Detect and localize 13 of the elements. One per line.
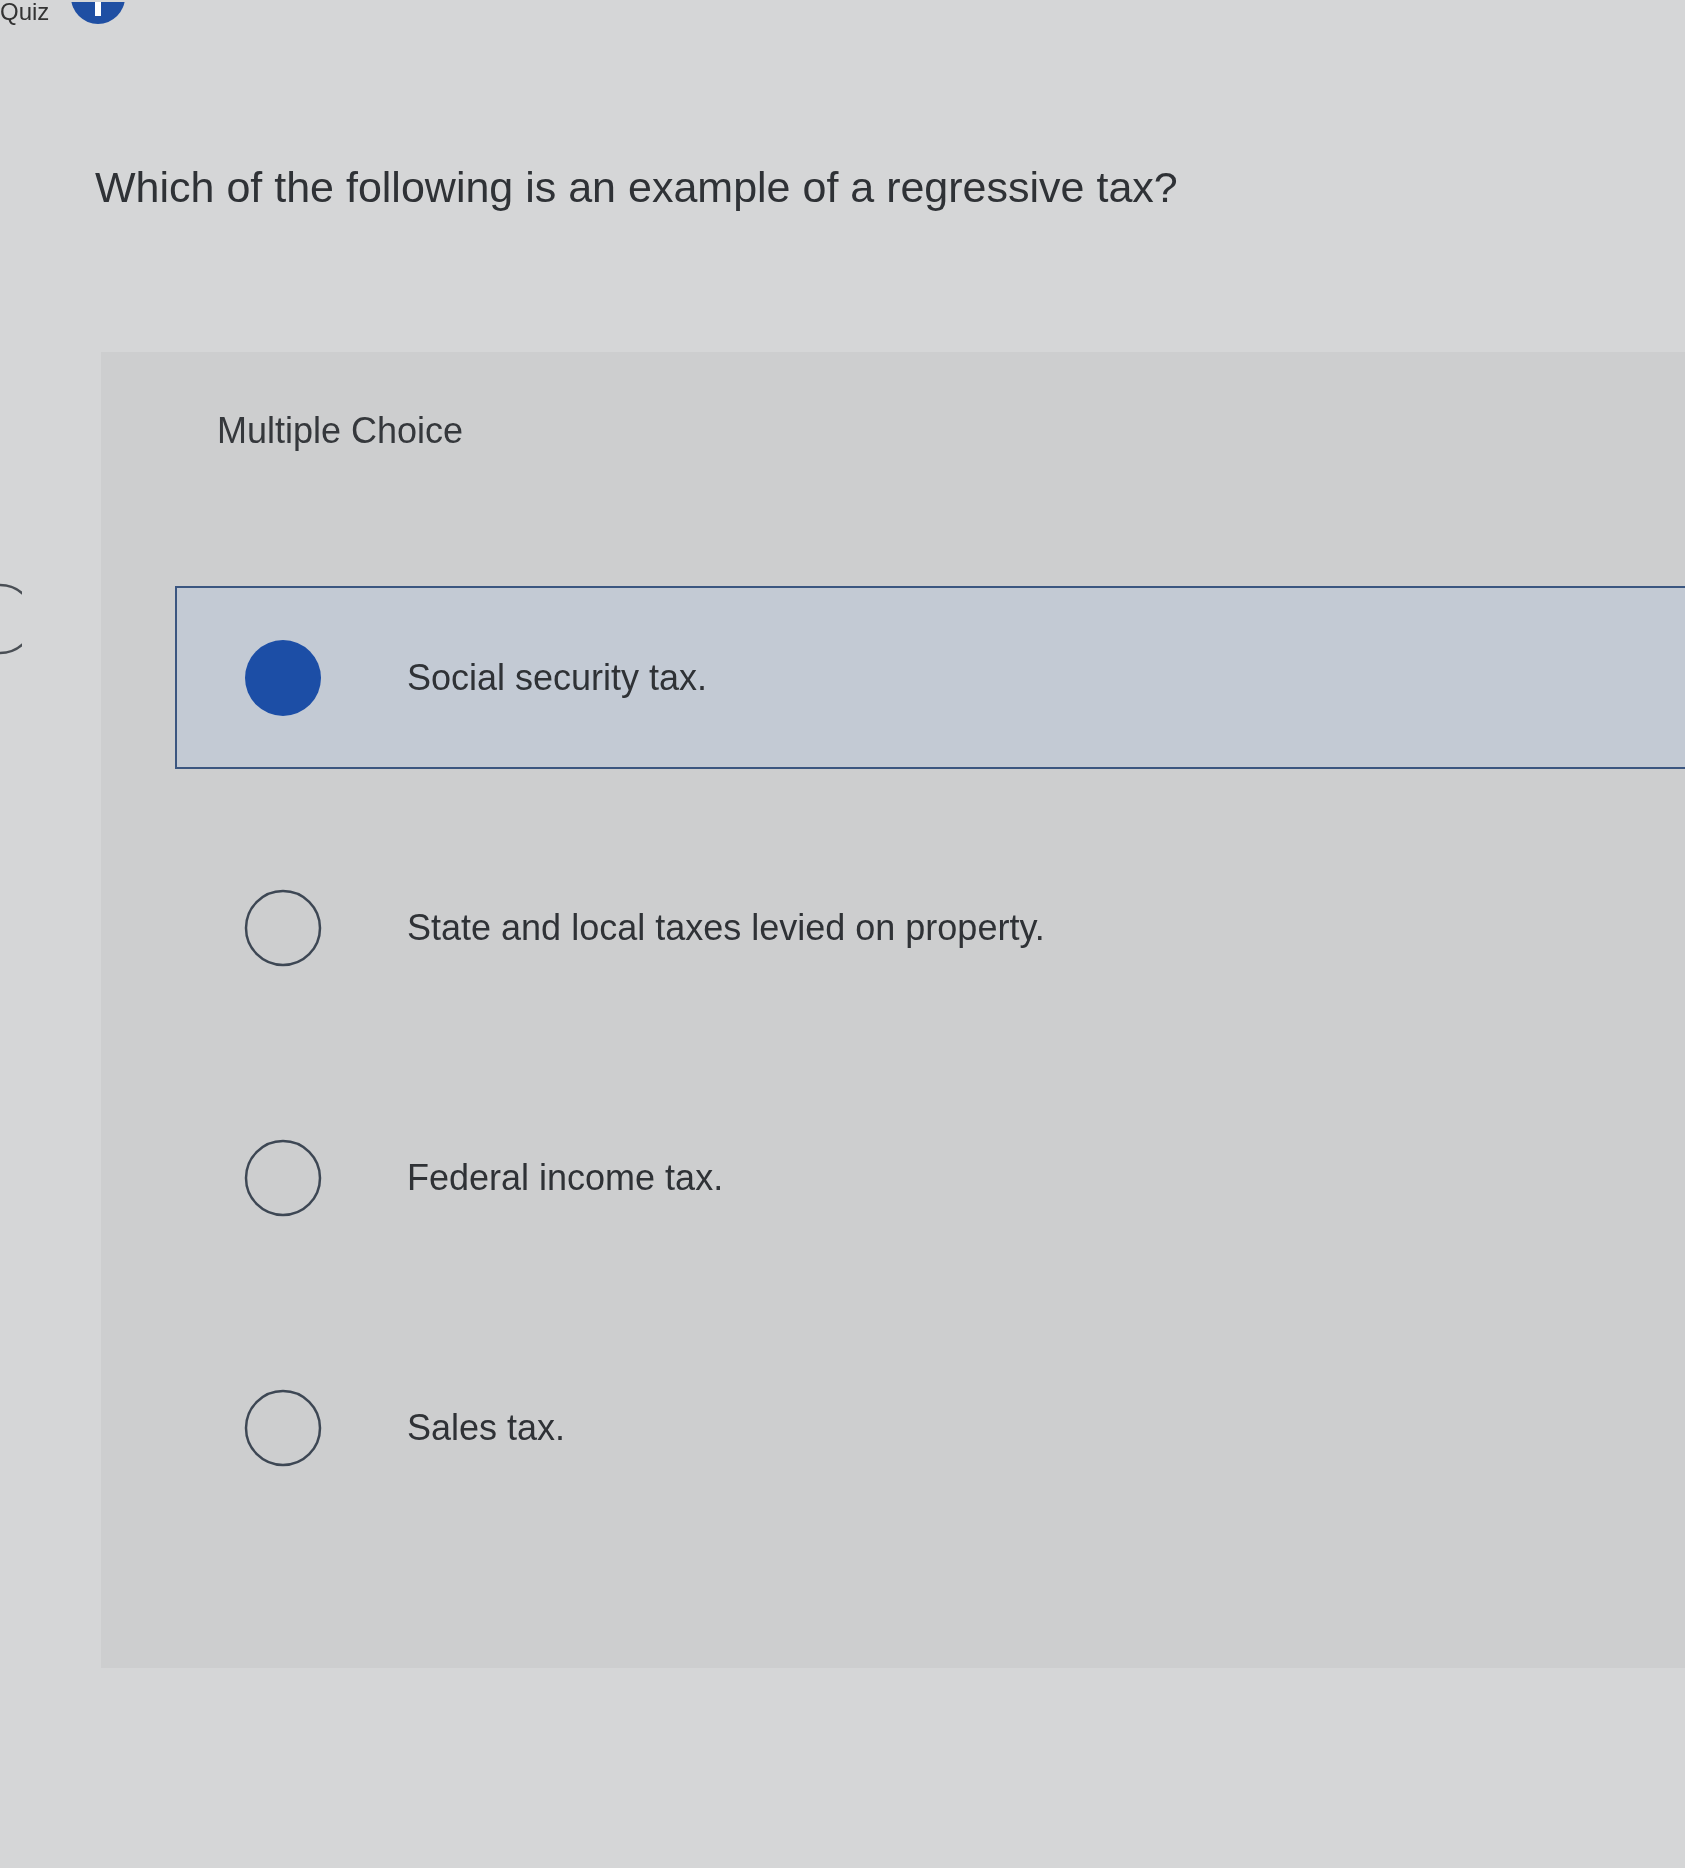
answer-option[interactable]: Social security tax.	[175, 586, 1685, 769]
info-icon[interactable]	[71, 2, 126, 24]
answer-option[interactable]: Sales tax.	[175, 1336, 1685, 1519]
radio-empty-icon[interactable]	[244, 888, 322, 967]
radio-selected-icon[interactable]	[244, 638, 322, 717]
arc-icon[interactable]	[0, 582, 22, 656]
quiz-title: Quiz	[0, 0, 50, 24]
radio-empty-icon[interactable]	[244, 1138, 322, 1217]
question-text: Which of the following is an example of a regressive tax?	[95, 162, 1178, 212]
radio-empty-icon[interactable]	[244, 1388, 322, 1467]
answer-option[interactable]: Federal income tax.	[175, 1086, 1685, 1269]
answer-option[interactable]: State and local taxes levied on property.	[175, 836, 1685, 1019]
question-type-label: Multiple Choice	[217, 410, 464, 451]
